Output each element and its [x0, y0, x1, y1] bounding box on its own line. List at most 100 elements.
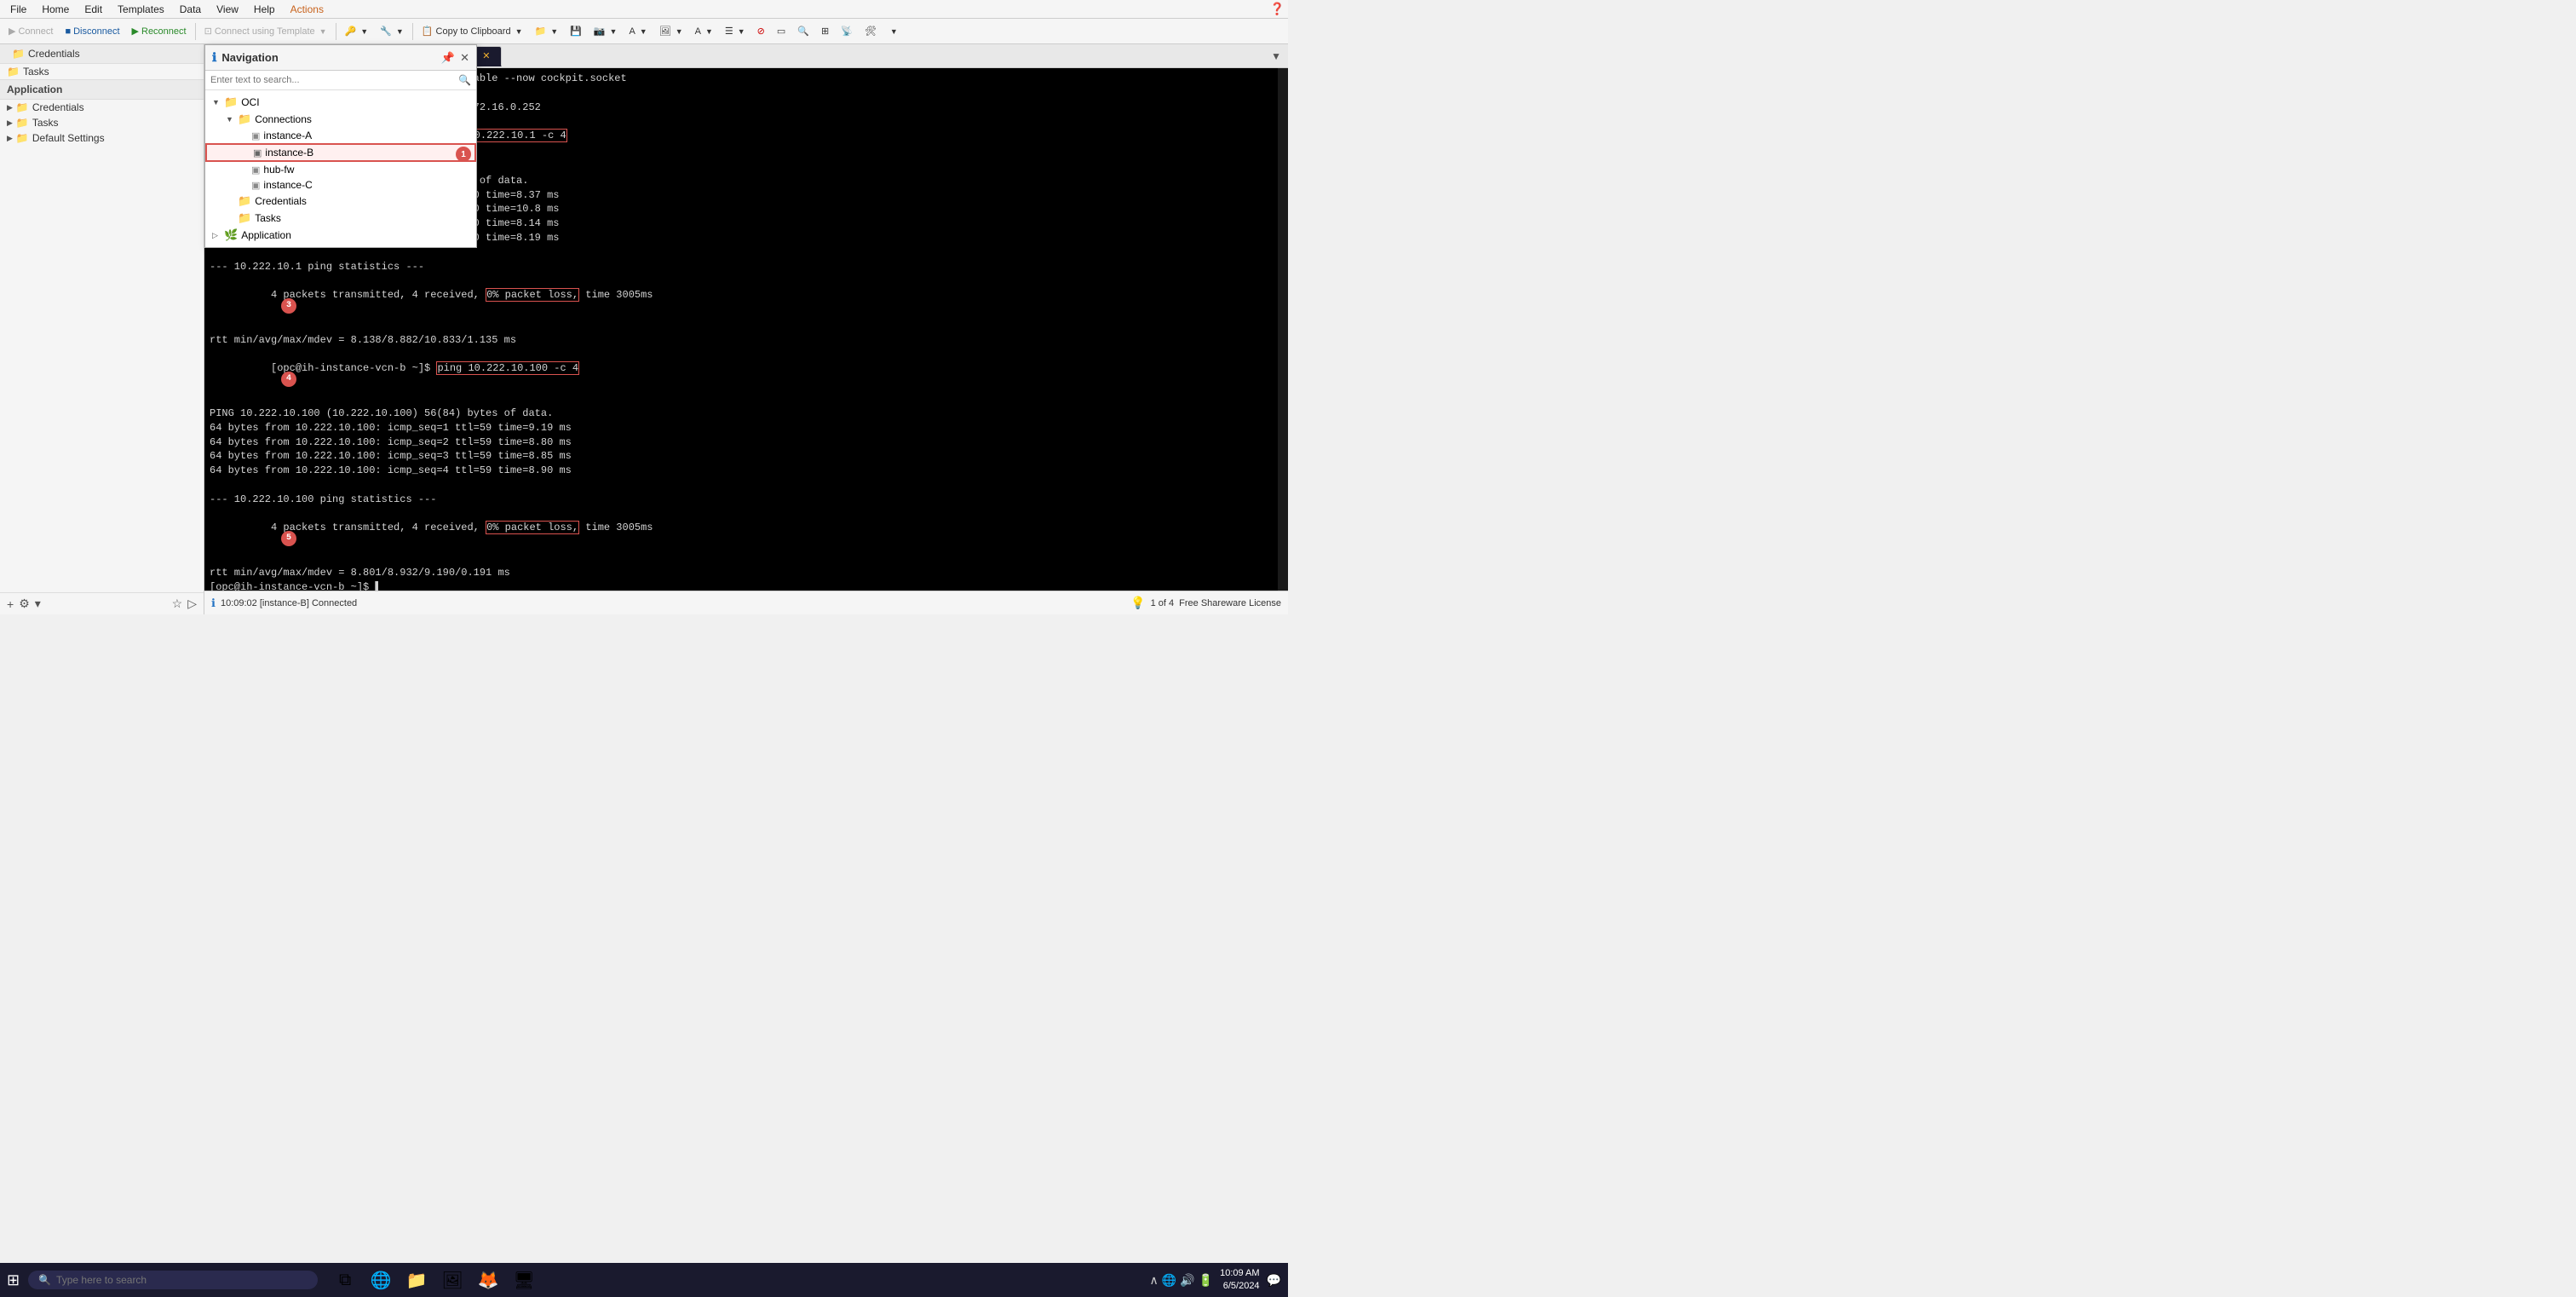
tab-dropdown-btn[interactable]: ▼ [1268, 50, 1285, 62]
star-icon[interactable]: ☆ [172, 597, 183, 611]
nav-item-credentials[interactable]: ▷ 📁 Credentials [205, 193, 476, 210]
template-icon: ⊡ [204, 26, 212, 37]
menu-actions[interactable]: Actions [284, 2, 331, 17]
term-line-19: rtt min/avg/max/mdev = 8.801/8.932/9.190… [210, 566, 1273, 580]
key-icon-btn[interactable]: 🔑▼ [340, 24, 374, 38]
app-icon: 🌿 [224, 228, 238, 242]
rect-btn[interactable]: ▭ [772, 24, 791, 38]
connect-template-button[interactable]: ⊡ Connect using Template ▼ [199, 24, 332, 38]
sidebar-credentials-row: 📁 Credentials [0, 44, 204, 64]
nav-pin-btn[interactable]: 📌 [441, 51, 455, 65]
nav-item-instance-c[interactable]: ▷ ▣ instance-C [205, 177, 476, 193]
folder-tasks-icon: 📁 [238, 211, 251, 225]
wrench-icon-btn[interactable]: 🔧▼ [375, 24, 409, 38]
taskbar-edge-btn[interactable]: 🌐 [365, 1265, 396, 1295]
volume-icon[interactable]: 🔊 [1180, 1273, 1194, 1288]
menu-edit[interactable]: Edit [78, 2, 109, 17]
add-btn[interactable]: + [7, 597, 14, 611]
expand-icon-tasks: ▶ [7, 118, 13, 128]
sidebar-credentials[interactable]: 📁 Credentials [5, 46, 87, 61]
sidebar-app-tasks[interactable]: ▶ 📁 Tasks [0, 115, 204, 130]
antenna-btn[interactable]: 📡 [836, 24, 858, 38]
badge-4: 4 [281, 372, 296, 387]
dropdown-arrow3: ▼ [396, 27, 404, 36]
help-icon[interactable]: ❓ [1270, 2, 1285, 16]
term-line-17 [210, 478, 1273, 493]
taskbar-search[interactable]: 🔍 [28, 1271, 318, 1289]
menu-help[interactable]: Help [247, 2, 282, 17]
network-icon[interactable]: 🌐 [1162, 1273, 1176, 1288]
taskbar-firefox-btn[interactable]: 🦊 [473, 1265, 503, 1295]
taskbar-explorer-btn[interactable]: 📁 [401, 1265, 432, 1295]
font2-btn[interactable]: A▼ [690, 25, 718, 38]
font-btn[interactable]: A▼ [624, 25, 652, 38]
taskbar-app5-btn[interactable]: 🖥 [509, 1265, 539, 1295]
nav-item-tasks[interactable]: ▷ 📁 Tasks [205, 210, 476, 227]
sidebar-tasks[interactable]: 📁 Tasks [0, 64, 204, 79]
play-icon: ▶ [9, 26, 15, 37]
nav-search-input[interactable] [210, 75, 455, 85]
reconnect-button[interactable]: ▶ Reconnect [127, 24, 192, 38]
left-sidebar: 📁 Credentials 📁 Tasks Application ▶ 📁 Cr… [0, 44, 204, 614]
menu-templates[interactable]: Templates [111, 2, 171, 17]
list-btn[interactable]: ☰▼ [720, 24, 750, 38]
status-info-icon: ℹ [211, 597, 216, 610]
settings-btn[interactable]: ⚙ [19, 597, 30, 611]
dropdown-arrow4: ▼ [515, 27, 523, 36]
term-line-9: --- 10.222.10.1 ping statistics --- [210, 260, 1273, 274]
notification-icon[interactable]: 💬 [1267, 1273, 1281, 1288]
status-license: Free Shareware License [1179, 598, 1281, 608]
nav-item-instance-b[interactable]: ▷ ▣ instance-B 1 [205, 143, 476, 162]
image-btn[interactable]: 🖼▼ [654, 24, 688, 38]
taskbar-multitasking-btn[interactable]: ⧉ [330, 1265, 360, 1295]
search-btn[interactable]: 🔍 [792, 24, 814, 38]
folder-creds-icon: 📁 [238, 194, 251, 208]
nav-item-hub-fw[interactable]: ▷ ▣ hub-fw [205, 162, 476, 177]
tools-btn[interactable]: 🛠 [860, 24, 882, 38]
menu-file[interactable]: File [3, 2, 33, 17]
badge-1: 1 [456, 147, 471, 162]
nav-close-btn[interactable]: ✕ [460, 51, 469, 65]
term-line-13: 64 bytes from 10.222.10.100: icmp_seq=1 … [210, 421, 1273, 435]
sidebar-app-credentials[interactable]: ▶ 📁 Credentials [0, 100, 204, 115]
terminal-scrollbar[interactable] [1278, 68, 1288, 591]
nav-item-connections[interactable]: ▼ 📁 Connections [205, 111, 476, 128]
nav-item-application[interactable]: ▷ 🌿 Application [205, 227, 476, 244]
sidebar-default-settings[interactable]: ▶ 📁 Default Settings [0, 130, 204, 146]
menu-data[interactable]: Data [173, 2, 208, 17]
folder-icon-app-tasks: 📁 [16, 117, 29, 129]
copy-clipboard-button[interactable]: 📋 Copy to Clipboard ▼ [417, 24, 528, 38]
tools-icon: 🛠 [865, 26, 877, 37]
camera-btn[interactable]: 📷▼ [589, 24, 623, 38]
term-line-15: 64 bytes from 10.222.10.100: icmp_seq=3 … [210, 449, 1273, 464]
sidebar-app-header: Application [0, 79, 204, 100]
taskbar-clock[interactable]: 10:09 AM 6/5/2024 [1220, 1267, 1259, 1294]
taskbar-search-icon: 🔍 [38, 1274, 51, 1286]
windows-start-btn[interactable]: ⊞ [7, 1271, 20, 1289]
chevron-down-icon: ▼ [212, 98, 221, 107]
nav-item-oci[interactable]: ▼ 📁 OCI [205, 94, 476, 111]
list-icon: ☰ [725, 26, 733, 37]
taskbar-search-input[interactable] [56, 1274, 295, 1286]
nav-search: 🔍 [205, 71, 476, 90]
folder-icon: 📁 [535, 26, 547, 37]
term-line-16: 64 bytes from 10.222.10.100: icmp_seq=4 … [210, 464, 1273, 478]
font-icon: A [629, 26, 635, 37]
term-line-18: --- 10.222.10.100 ping statistics --- [210, 493, 1273, 507]
filter-btn[interactable]: ⊞ [816, 24, 834, 38]
save-btn[interactable]: 💾 [565, 24, 587, 38]
chevron-down-btn[interactable]: ▾ [35, 597, 41, 611]
folder-open-btn[interactable]: 📁▼ [530, 24, 564, 38]
menu-home[interactable]: Home [35, 2, 76, 17]
stop-circle-btn[interactable]: ⊘ [752, 24, 770, 38]
disconnect-button[interactable]: ■ Disconnect [60, 25, 124, 38]
taskbar-gallery-btn[interactable]: 🖼 [437, 1265, 468, 1295]
more-btn[interactable]: ▼ [883, 26, 903, 37]
chevron-up-tray[interactable]: ∧ [1150, 1273, 1159, 1288]
play-btn[interactable]: ▷ [187, 597, 197, 611]
connect-button[interactable]: ▶ Connect [3, 24, 58, 38]
clipboard-icon: 📋 [422, 26, 434, 37]
tab-close-btn[interactable]: ✕ [480, 50, 492, 61]
nav-item-instance-a[interactable]: ▷ ▣ instance-A [205, 128, 476, 143]
menu-view[interactable]: View [210, 2, 245, 17]
